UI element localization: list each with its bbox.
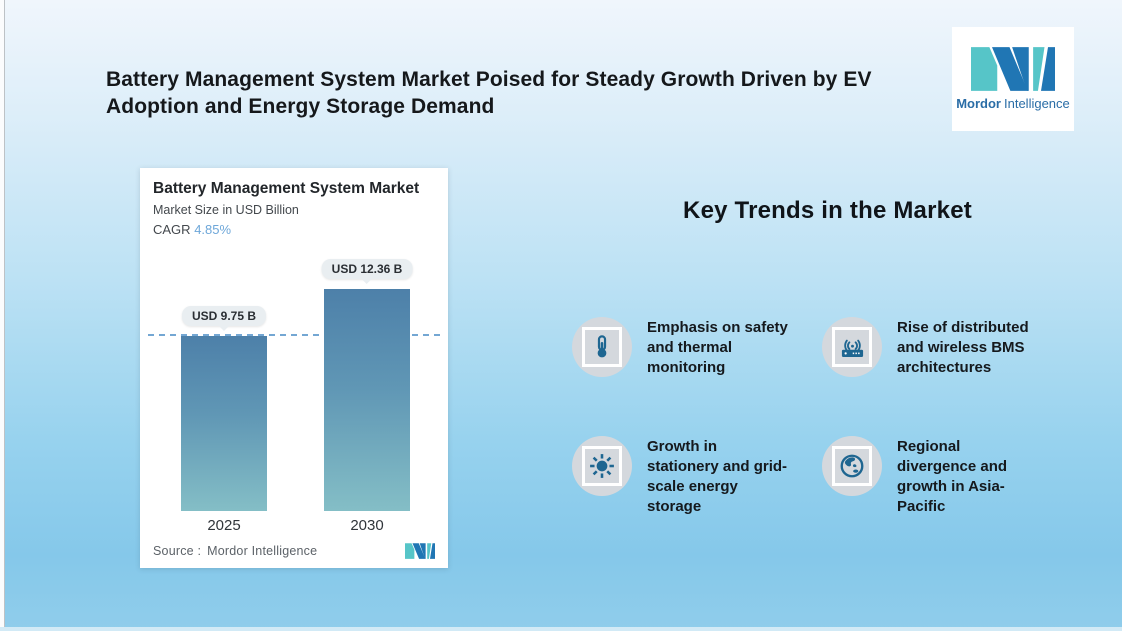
brand-logo-text: MordorIntelligence (956, 96, 1070, 111)
trend-text: Growth in stationery and grid- scale ene… (647, 437, 787, 517)
trend-icon-circle (822, 317, 882, 377)
sun-icon (582, 446, 622, 486)
bottom-edge-strip (0, 627, 1122, 631)
trend-text: Emphasis on safety and thermal monitorin… (647, 318, 788, 378)
trend-item-asia-pacific: Regional divergence and growth in Asia- … (822, 436, 1067, 517)
bar-2025 (181, 336, 267, 511)
thermometer-icon (582, 327, 622, 367)
brand-logo: MordorIntelligence (952, 27, 1074, 131)
bar-value-label: USD 12.36 B (322, 259, 413, 279)
brand-name-regular: Intelligence (1004, 96, 1070, 111)
left-edge-strip (0, 0, 5, 631)
trend-item-safety: Emphasis on safety and thermal monitorin… (572, 317, 807, 378)
mordor-mini-logo-icon (405, 543, 435, 559)
bar-value-label: USD 9.75 B (182, 306, 266, 326)
trend-icon-circle (572, 317, 632, 377)
infographic-canvas: Battery Management System Market Poised … (0, 0, 1122, 631)
x-axis-label: 2025 (181, 517, 267, 534)
trend-text: Regional divergence and growth in Asia- … (897, 437, 1007, 517)
trend-icon-circle (822, 436, 882, 496)
source-label: Source : (153, 544, 201, 558)
brand-name-bold: Mordor (956, 96, 1001, 111)
source-value: Mordor Intelligence (207, 544, 317, 558)
source-note: Source : Mordor Intelligence (153, 544, 317, 558)
trend-item-wireless-bms: Rise of distributed and wireless BMS arc… (822, 317, 1067, 378)
x-axis-label: 2030 (324, 517, 410, 534)
mordor-intelligence-logo-icon (971, 47, 1055, 91)
key-trends-heading: Key Trends in the Market (565, 197, 1090, 225)
wireless-router-icon (832, 327, 872, 367)
bar-group: USD 9.75 B2025 (181, 168, 267, 511)
chart-footer: Source : Mordor Intelligence (153, 543, 435, 559)
globe-icon (832, 446, 872, 486)
trend-icon-circle (572, 436, 632, 496)
trend-text: Rise of distributed and wireless BMS arc… (897, 318, 1029, 378)
bar-group: USD 12.36 B2030 (324, 168, 410, 511)
bar-2030 (324, 289, 410, 511)
bar-plot: USD 9.75 B2025 USD 12.36 B2030 (140, 168, 448, 511)
page-title: Battery Management System Market Poised … (106, 66, 872, 120)
trend-item-energy-storage: Growth in stationery and grid- scale ene… (572, 436, 807, 517)
market-chart-card: Battery Management System Market Market … (140, 168, 448, 568)
